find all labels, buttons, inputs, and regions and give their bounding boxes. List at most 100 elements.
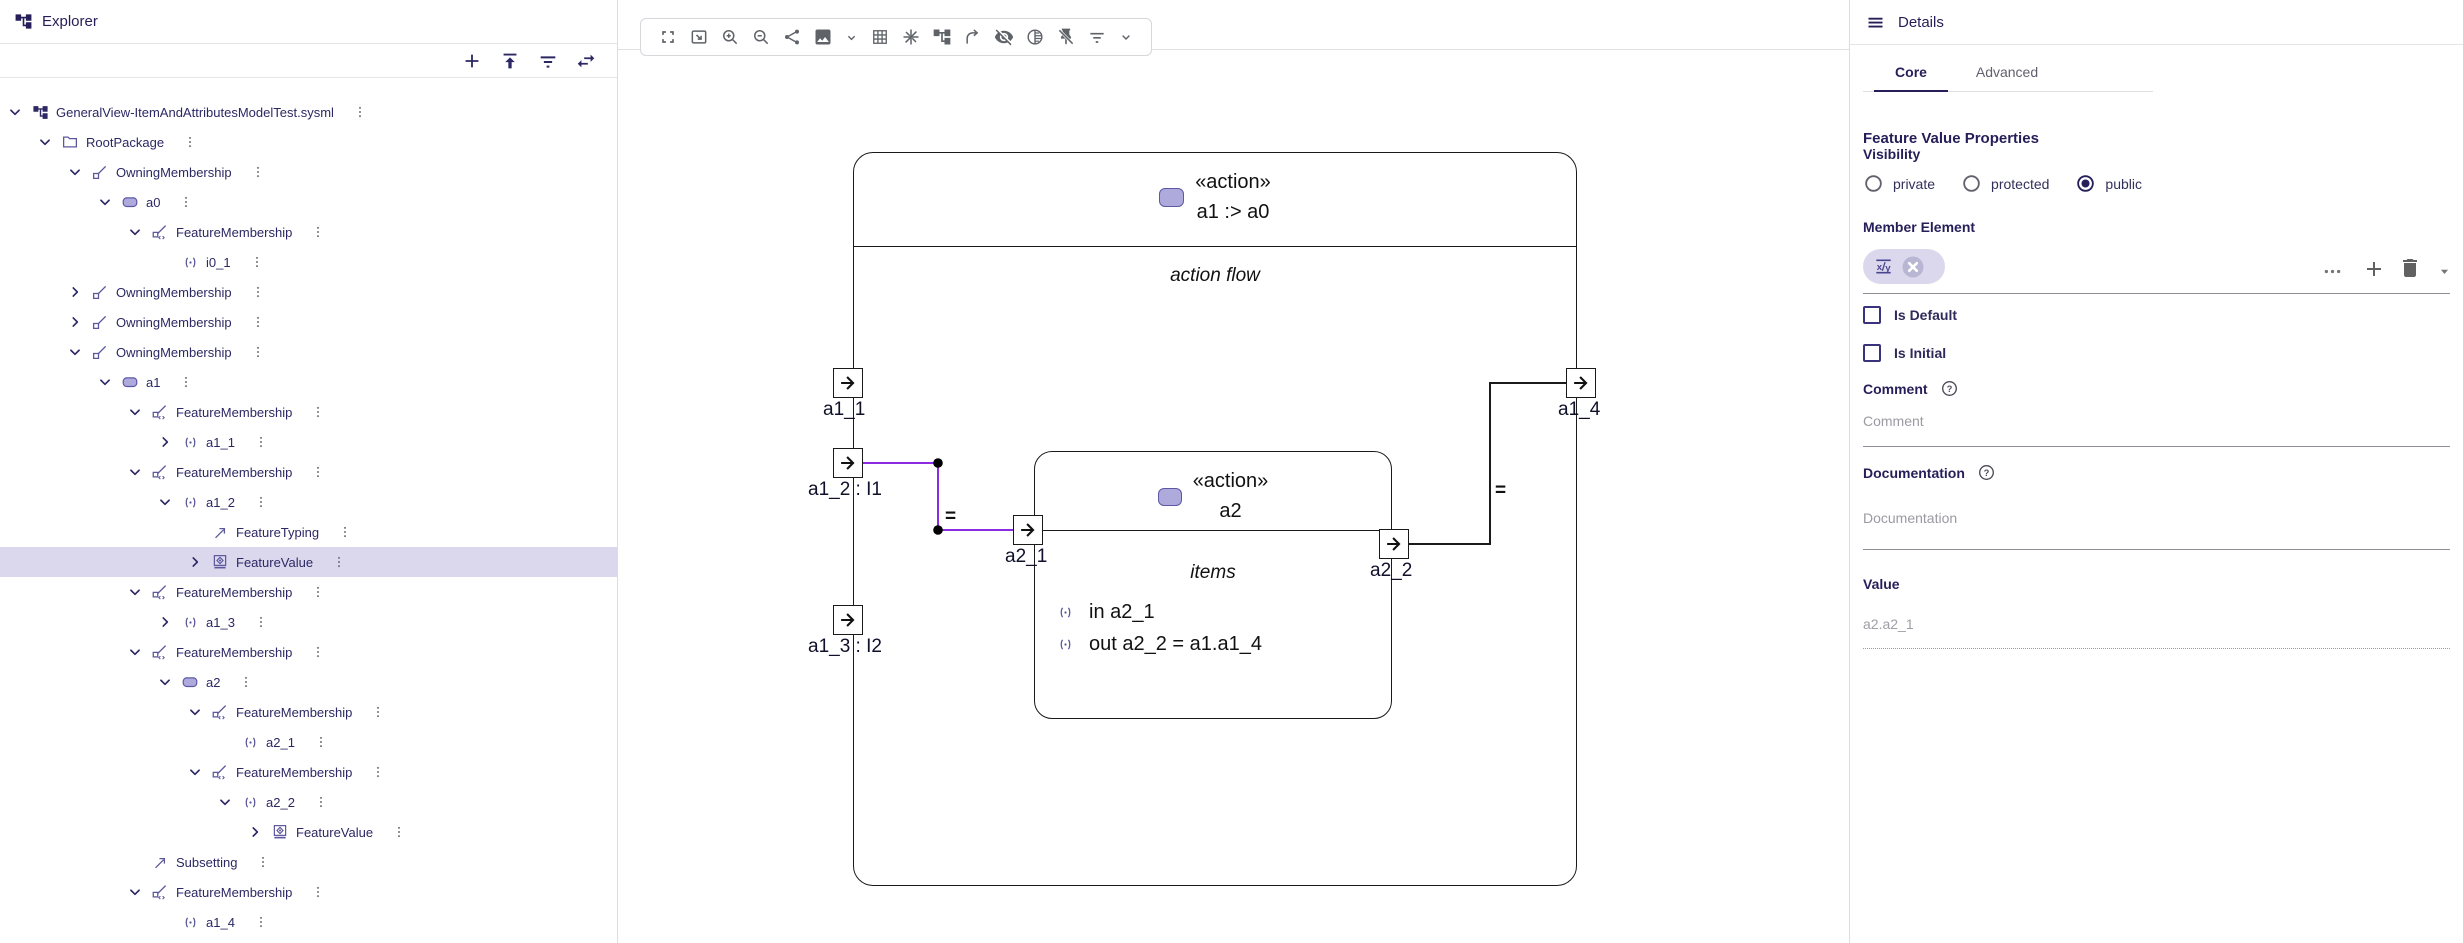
tree-item-a2_1[interactable]: a2_1	[0, 727, 617, 757]
more-actions-icon[interactable]	[338, 525, 352, 539]
upload-model-icon[interactable]	[498, 49, 521, 72]
tree-item-FeatureTyping[interactable]: FeatureTyping	[0, 517, 617, 547]
port-a1_3[interactable]	[833, 605, 863, 635]
more-actions-icon[interactable]	[254, 435, 268, 449]
delete-icon[interactable]	[2398, 256, 2422, 280]
radio-public[interactable]: public	[2075, 173, 2142, 194]
edge-equal-label[interactable]: =	[945, 506, 956, 528]
port-a1_4[interactable]	[1566, 368, 1596, 398]
tree-item-i0_1[interactable]: i0_1	[0, 247, 617, 277]
more-actions-icon[interactable]	[311, 225, 325, 239]
more-actions-icon[interactable]	[371, 705, 385, 719]
chevron-right-icon[interactable]	[68, 314, 90, 330]
snap-to-grid-icon[interactable]	[901, 27, 921, 47]
fit-to-screen-icon[interactable]	[689, 27, 709, 47]
tree-item-a1_2[interactable]: a1_2	[0, 487, 617, 517]
reconnect-arrow-icon[interactable]	[963, 27, 983, 47]
share-icon[interactable]	[782, 27, 802, 47]
tree-item-FeatureMembership[interactable]: FeatureMembership	[0, 637, 617, 667]
tree-item-OwningMembership[interactable]: OwningMembership	[0, 307, 617, 337]
tree-item-FeatureMembership[interactable]: FeatureMembership	[0, 877, 617, 907]
action-node-a2[interactable]: «action» a2 items in a2_1out a2_2 = a1.a…	[1034, 451, 1392, 719]
tree-item-OwningMembership[interactable]: OwningMembership	[0, 277, 617, 307]
tree-item-FeatureMembership[interactable]: FeatureMembership	[0, 397, 617, 427]
more-actions-icon[interactable]	[311, 585, 325, 599]
chevron-down-icon[interactable]	[38, 134, 60, 150]
more-actions-icon[interactable]	[251, 315, 265, 329]
more-actions-icon[interactable]	[311, 405, 325, 419]
more-options-icon[interactable]	[2322, 261, 2343, 282]
unpin-elements-icon[interactable]	[1056, 27, 1076, 47]
port-a1_1[interactable]	[833, 368, 863, 398]
is-default-checkbox[interactable]	[1863, 306, 1881, 324]
chevron-right-icon[interactable]	[158, 614, 180, 630]
more-actions-icon[interactable]	[250, 255, 264, 269]
tree-item-a2_2[interactable]: a2_2	[0, 787, 617, 817]
tree-item-a2[interactable]: a2	[0, 667, 617, 697]
more-actions-icon[interactable]	[311, 465, 325, 479]
chevron-right-icon[interactable]	[68, 284, 90, 300]
chevron-down-icon[interactable]	[188, 764, 210, 780]
chevron-down-icon[interactable]	[98, 374, 120, 390]
tree-item-OwningMembership[interactable]: OwningMembership	[0, 337, 617, 367]
more-actions-icon[interactable]	[251, 165, 265, 179]
more-actions-icon[interactable]	[332, 555, 346, 569]
arrange-all-icon[interactable]	[932, 27, 952, 47]
add-icon[interactable]	[460, 49, 483, 72]
member-dropdown-icon[interactable]	[2436, 263, 2453, 280]
chevron-down-icon[interactable]	[8, 104, 30, 120]
radio-private[interactable]: private	[1863, 173, 1935, 194]
tab-advanced[interactable]: Advanced	[1959, 52, 2055, 91]
documentation-input[interactable]: Documentation	[1863, 510, 1957, 526]
tab-core[interactable]: Core	[1863, 52, 1959, 91]
radio-protected[interactable]: protected	[1961, 173, 2049, 194]
hide-elements-icon[interactable]	[994, 27, 1014, 47]
chevron-down-icon[interactable]	[128, 884, 150, 900]
is-initial-checkbox[interactable]	[1863, 344, 1881, 362]
more-actions-icon[interactable]	[254, 915, 268, 929]
more-actions-icon[interactable]	[183, 135, 197, 149]
chevron-down-icon[interactable]	[68, 164, 90, 180]
tree-item-FeatureMembership[interactable]: FeatureMembership	[0, 577, 617, 607]
zoom-out-icon[interactable]	[751, 27, 771, 47]
more-actions-icon[interactable]	[239, 675, 253, 689]
tree-item-FeatureValue[interactable]: FeatureValue	[0, 817, 617, 847]
chevron-right-icon[interactable]	[188, 554, 210, 570]
filter-elements-icon[interactable]	[1087, 27, 1107, 47]
tree-item-a1_3[interactable]: a1_3	[0, 607, 617, 637]
more-actions-icon[interactable]	[371, 765, 385, 779]
a2-item-2[interactable]: out a2_2 = a1.a1_4	[1057, 633, 1262, 656]
port-a2_1[interactable]	[1013, 515, 1043, 545]
more-actions-icon[interactable]	[179, 375, 193, 389]
tree-item-RootPackage[interactable]: RootPackage	[0, 127, 617, 157]
port-a1_2[interactable]	[833, 448, 863, 478]
more-actions-icon[interactable]	[311, 885, 325, 899]
tree-item-FeatureMembership[interactable]: FeatureMembership	[0, 217, 617, 247]
chevron-right-icon[interactable]	[158, 434, 180, 450]
chevron-down-icon[interactable]	[128, 584, 150, 600]
chevron-down-icon[interactable]	[158, 494, 180, 510]
comment-input[interactable]: Comment	[1863, 413, 1924, 429]
tree-item-a1[interactable]: a1	[0, 367, 617, 397]
chevron-down-icon[interactable]	[188, 704, 210, 720]
fade-elements-icon[interactable]	[1025, 27, 1045, 47]
more-actions-icon[interactable]	[392, 825, 406, 839]
tree-item-FeatureMembership[interactable]: FeatureMembership	[0, 697, 617, 727]
member-element-chip[interactable]: x y	[1863, 249, 1945, 284]
more-actions-icon[interactable]	[254, 495, 268, 509]
more-actions-icon[interactable]	[353, 105, 367, 119]
tree-item-a0[interactable]: a0	[0, 187, 617, 217]
chevron-right-icon[interactable]	[248, 824, 270, 840]
expand-toolbar-icon[interactable]	[1118, 29, 1134, 45]
chevron-down-icon[interactable]	[128, 224, 150, 240]
tree-item-FeatureValue[interactable]: FeatureValue	[0, 547, 617, 577]
help-icon[interactable]: ?	[1940, 379, 1959, 398]
more-actions-icon[interactable]	[311, 645, 325, 659]
chevron-down-icon[interactable]	[128, 404, 150, 420]
help-icon[interactable]: ?	[1977, 463, 1996, 482]
tree-item-a1_4[interactable]: a1_4	[0, 907, 617, 937]
tree-item-Subsetting[interactable]: Subsetting	[0, 847, 617, 877]
tree-item-OwningMembership[interactable]: OwningMembership	[0, 157, 617, 187]
chevron-down-icon[interactable]	[128, 464, 150, 480]
chevron-down-icon[interactable]	[218, 794, 240, 810]
